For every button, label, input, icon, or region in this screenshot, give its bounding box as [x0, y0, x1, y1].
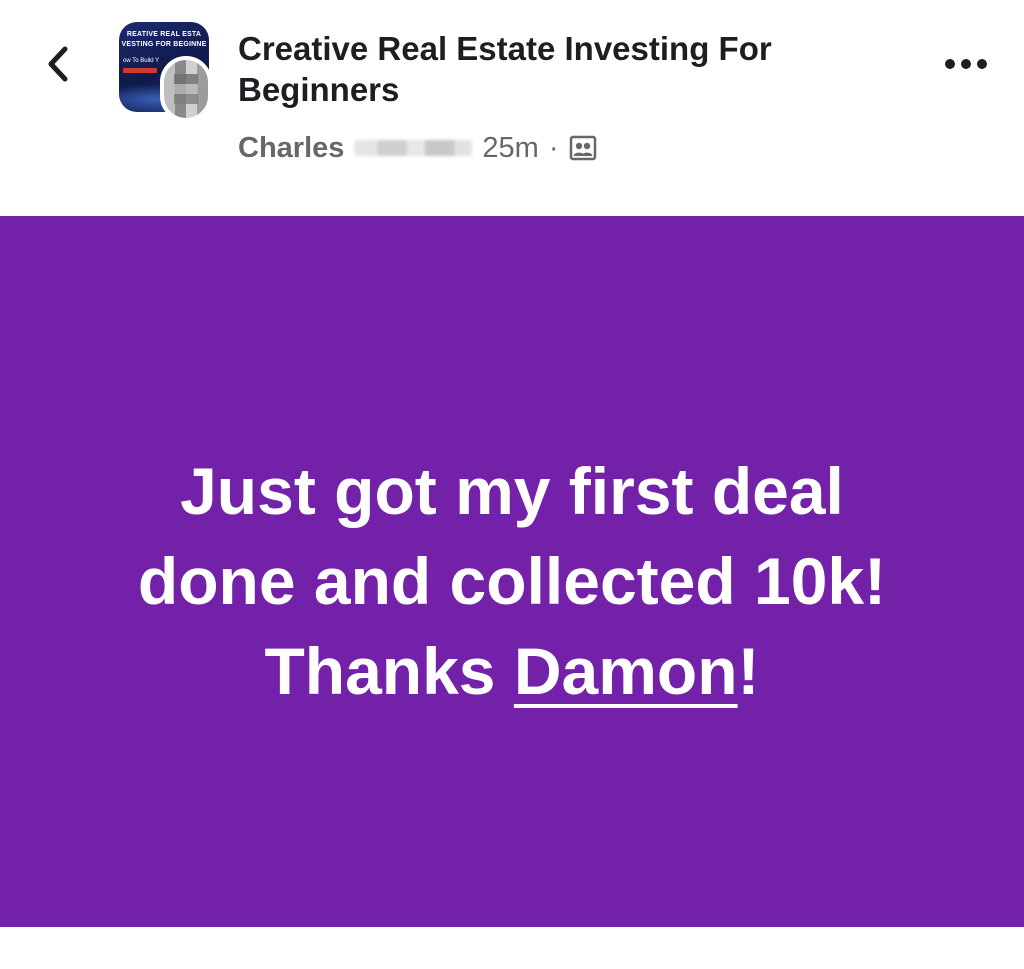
group-avatar-text: REATIVE REAL ESTA [126, 31, 202, 38]
group-avatar-text: ow To Build Y [123, 58, 160, 64]
post-text: Just got my first deal done and collecte… [40, 446, 984, 716]
post-header: REATIVE REAL ESTA VESTING FOR BEGINNE ow… [0, 0, 1024, 216]
post-detail-page: REATIVE REAL ESTA VESTING FOR BEGINNE ow… [0, 0, 1024, 969]
author-avatar[interactable] [160, 56, 212, 122]
post-text-line: done and collected 10k! [137, 544, 887, 618]
group-title[interactable]: Creative Real Estate Investing For Begin… [238, 28, 878, 110]
post-meta: Charles 25m · [238, 128, 598, 168]
back-button[interactable] [38, 40, 78, 88]
post-text-line: Just got my first deal [180, 454, 844, 528]
post-text-line: Thanks Damon! [40, 626, 984, 716]
post-footer [0, 927, 1024, 969]
post-background: Just got my first deal done and collecte… [0, 216, 1024, 927]
post-text-fragment: Thanks [264, 634, 514, 708]
author-name[interactable]: Charles [238, 132, 344, 165]
redacted-surname [354, 140, 473, 156]
chevron-left-icon [48, 46, 68, 82]
more-horizontal-icon [945, 59, 987, 69]
post-text-fragment: ! [737, 634, 760, 708]
group-members-icon [568, 134, 598, 162]
group-avatar-text: VESTING FOR BEGINNE [121, 41, 207, 48]
group-avatar-banner [123, 68, 157, 73]
more-options-button[interactable] [940, 46, 992, 82]
mention-link[interactable]: Damon [514, 634, 738, 708]
meta-separator: · [548, 131, 559, 164]
post-timestamp[interactable]: 25m [482, 132, 538, 165]
